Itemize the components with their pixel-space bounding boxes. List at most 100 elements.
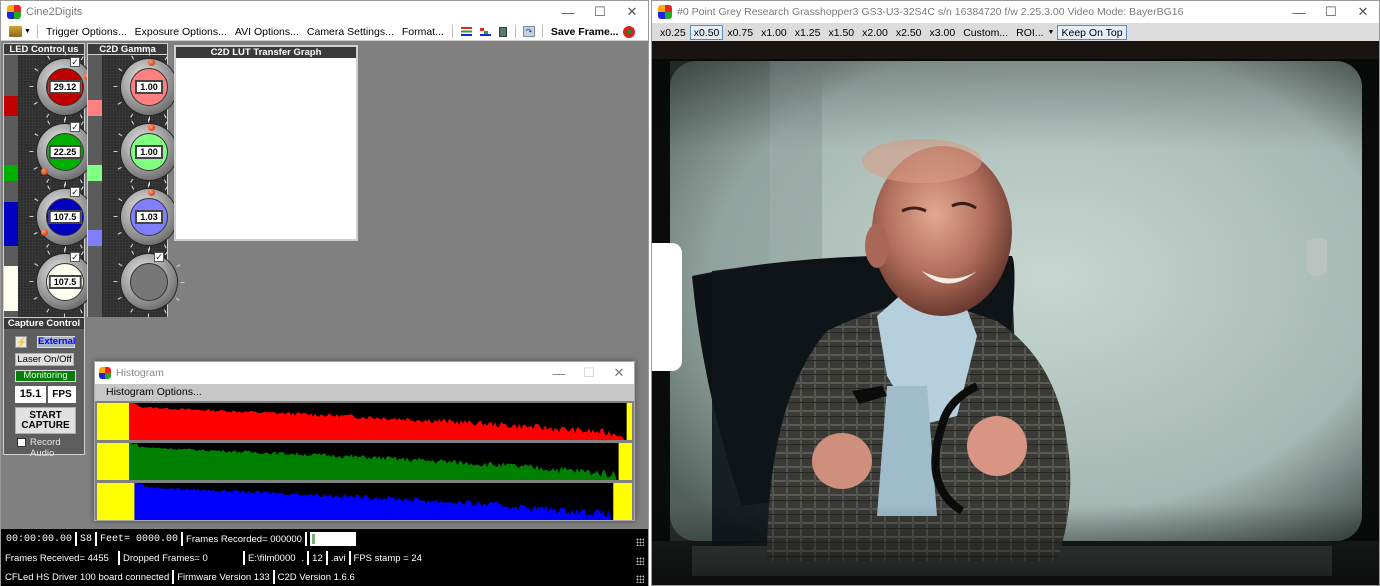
toolbar-divider: [36, 25, 38, 38]
zoom-toolbar: x0.25 x0.50 x0.75 x1.00 x1.25 x1.50 x2.0…: [652, 23, 1379, 41]
maximize-button[interactable]: ☐: [584, 1, 616, 23]
frames-received: Frames Received= 4455: [5, 552, 109, 564]
fps-stamp: FPS stamp = 24: [353, 552, 422, 564]
histogram-high-clip-blue: [613, 483, 632, 520]
zoom-x2-50[interactable]: x2.50: [892, 25, 926, 40]
knob-indicator-icon: [148, 59, 155, 66]
histogram-high-clip-red: [626, 403, 632, 440]
film-format: S8: [80, 533, 93, 545]
led-knob[interactable]: 107.5: [37, 254, 93, 310]
toolbar-divider: [514, 25, 516, 38]
close-button[interactable]: ✕: [616, 1, 648, 23]
save-frame-button[interactable]: Save Frame...: [547, 26, 623, 38]
capture-control-panel: Capture Control ⚡ External Laser On/Off …: [3, 317, 85, 459]
gamma-knob[interactable]: [121, 254, 177, 310]
gamma-knob[interactable]: 1.03: [121, 189, 177, 245]
start-capture-button[interactable]: START CAPTURE: [15, 407, 76, 434]
film-icon[interactable]: [498, 26, 507, 37]
led-knob[interactable]: 22.25: [37, 124, 93, 180]
roi-button[interactable]: ROI...: [1012, 25, 1047, 40]
zoom-x1-00[interactable]: x1.00: [757, 25, 791, 40]
histogram-options-menu[interactable]: Histogram Options...: [95, 384, 634, 401]
knob-indicator-icon: [148, 189, 155, 196]
zoom-x0-50[interactable]: x0.50: [689, 24, 724, 40]
menu-format[interactable]: Format...: [398, 26, 448, 38]
led-knob[interactable]: 107.5: [37, 189, 93, 245]
led-knob-value: 107.5: [48, 210, 82, 224]
gear-icon[interactable]: [622, 25, 635, 38]
camera-close-button[interactable]: ✕: [1347, 1, 1379, 23]
histogram-low-clip-green: [97, 443, 130, 480]
file-number: 12: [312, 552, 323, 564]
led-knob[interactable]: 29.12: [37, 59, 93, 115]
toolbar-divider: [451, 25, 453, 38]
knob-indicator-icon: [41, 229, 48, 236]
menu-camera-settings[interactable]: Camera Settings...: [303, 26, 398, 38]
rgb-lines-icon[interactable]: [460, 27, 472, 36]
bars-icon[interactable]: [479, 27, 491, 36]
zoom-x2-00[interactable]: x2.00: [858, 25, 892, 40]
film-frame-illustration: [652, 41, 1379, 585]
zoom-custom[interactable]: Custom...: [959, 25, 1012, 40]
c2d-version: C2D Version 1.6.6: [277, 571, 355, 583]
histogram-maximize-button: ☐: [583, 365, 595, 380]
histogram-low-clip-blue: [97, 483, 135, 520]
knob-indicator-icon: [41, 168, 48, 175]
record-audio-checkbox[interactable]: [17, 438, 26, 447]
lut-graph-title: C2D LUT Transfer Graph: [176, 47, 356, 58]
feet-counter: Feet= 0000.00: [100, 533, 179, 545]
zoom-x0-75[interactable]: x0.75: [723, 25, 757, 40]
histogram-titlebar: Histogram — ☐ ✕: [95, 362, 634, 384]
gamma-panel: 1.00 1.00 1.03 ✓: [87, 51, 185, 318]
chevron-down-icon[interactable]: ▼: [24, 28, 31, 35]
resize-grip[interactable]: [636, 575, 644, 583]
led-enable-checkbox[interactable]: ✓: [70, 252, 80, 262]
knob-indicator-icon: [148, 124, 155, 131]
resize-grip[interactable]: [636, 557, 644, 565]
zoom-x3-00[interactable]: x3.00: [926, 25, 960, 40]
histogram-minimize-button[interactable]: —: [544, 362, 574, 384]
menu-avi-options[interactable]: AVI Options...: [231, 26, 303, 38]
app-title: Cine2Digits: [26, 6, 83, 18]
resize-grip[interactable]: [636, 538, 644, 546]
led-enable-checkbox[interactable]: ✓: [70, 57, 80, 67]
led-level-swatch: [4, 96, 18, 116]
gamma-knob[interactable]: 1.00: [121, 59, 177, 115]
trigger-mode-button[interactable]: External: [37, 336, 76, 348]
led-enable-checkbox[interactable]: ✓: [70, 187, 80, 197]
camera-preview-window: #0 Point Grey Research Grasshopper3 GS3-…: [651, 0, 1380, 586]
timecode: 00:00:00.00: [6, 533, 73, 545]
laser-toggle-button[interactable]: Laser On/Off: [15, 353, 74, 366]
menu-trigger-options[interactable]: Trigger Options...: [42, 26, 131, 38]
menu-exposure-options[interactable]: Exposure Options...: [131, 26, 231, 38]
led-enable-checkbox[interactable]: ✓: [70, 122, 80, 132]
capture-control-header: Capture Control: [4, 318, 84, 329]
camera-maximize-button[interactable]: ☐: [1315, 1, 1347, 23]
folder-open-icon[interactable]: [9, 26, 22, 37]
camera-titlebar: #0 Point Grey Research Grasshopper3 GS3-…: [652, 1, 1379, 23]
lightning-icon[interactable]: ⚡: [15, 336, 27, 348]
gamma-knob[interactable]: 1.00: [121, 124, 177, 180]
zoom-x1-50[interactable]: x1.50: [824, 25, 858, 40]
fps-value: 15.1: [15, 386, 46, 403]
rotate-icon[interactable]: ↷: [522, 26, 535, 37]
minimize-button[interactable]: —: [552, 1, 584, 23]
histogram-low-clip-red: [97, 403, 130, 440]
driver-status: CFLed HS Driver 100 board connected: [5, 571, 170, 583]
gamma-level-strip: [88, 55, 102, 317]
led-level-swatch: [4, 165, 18, 181]
app-titlebar: Cine2Digits — ☐ ✕: [1, 1, 648, 23]
camera-minimize-button[interactable]: —: [1283, 1, 1315, 23]
roi-dropdown-icon[interactable]: ▼: [1048, 29, 1055, 36]
led-control-panel: 29.12 ✓ 22.25 ✓ 107.5 ✓ 107.5 ✓: [3, 51, 101, 318]
keep-on-top-button[interactable]: Keep On Top: [1057, 24, 1127, 40]
led-knob-value: 107.5: [48, 275, 82, 289]
histogram-close-button[interactable]: ✕: [604, 362, 634, 384]
gamma-enable-checkbox[interactable]: ✓: [154, 252, 164, 262]
app-toolbar: ▼ Trigger Options... Exposure Options...…: [1, 23, 648, 41]
gamma-level-swatch: [88, 230, 102, 246]
dropped-frames: Dropped Frames= 0: [123, 552, 208, 564]
gamma-knob-value: 1.00: [135, 145, 163, 159]
zoom-x0-25[interactable]: x0.25: [656, 25, 690, 40]
zoom-x1-25[interactable]: x1.25: [791, 25, 825, 40]
